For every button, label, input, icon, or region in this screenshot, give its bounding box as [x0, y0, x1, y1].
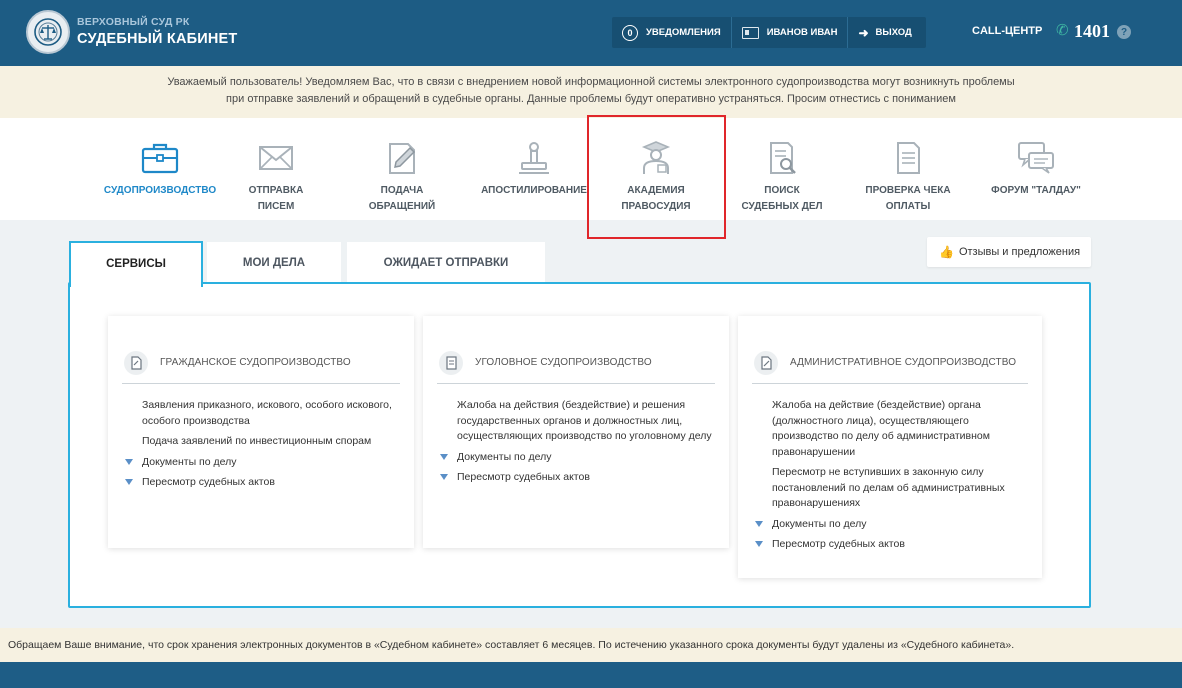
card-criminal-proceedings: УГОЛОВНОЕ СУДОПРОИЗВОДСТВО Жалоба на дей…: [423, 316, 729, 548]
nav-item-forum-taldau[interactable]: ФОРУМ "ТАЛДАУ": [982, 118, 1090, 220]
logout-icon: ➜: [858, 25, 869, 40]
dropdown-case-documents[interactable]: Документы по делу: [124, 455, 402, 471]
nav-label: ФОРУМ "ТАЛДАУ": [991, 185, 1081, 196]
dropdown-case-documents[interactable]: Документы по делу: [439, 450, 717, 466]
dropdown-review-acts[interactable]: Пересмотр судебных актов: [439, 470, 717, 486]
dropdown-review-acts[interactable]: Пересмотр судебных актов: [124, 475, 402, 491]
civil-doc-icon: [124, 350, 148, 375]
nav-item-submit-appeals[interactable]: ПОДАЧА ОБРАЩЕНИЙ: [352, 118, 452, 220]
phone-icon: ✆: [1056, 22, 1069, 39]
card-links: Заявления приказного, искового, особого …: [124, 398, 402, 496]
nav-item-payment-check[interactable]: ПРОВЕРКА ЧЕКА ОПЛАТЫ: [852, 118, 964, 220]
highlight-frame: [587, 115, 726, 239]
nav-item-case-search[interactable]: ПОИСК СУДЕБНЫХ ДЕЛ: [730, 118, 834, 220]
user-name: ИВАНОВ ИВАН: [766, 27, 838, 38]
logout-button[interactable]: ➜ ВЫХОД: [848, 17, 921, 48]
document-search-icon: [770, 142, 796, 174]
receipt-icon: [897, 142, 920, 174]
card-header: АДМИНИСТРАТИВНОЕ СУДОПРОИЗВОДСТВО: [752, 342, 1028, 384]
document-pen-icon: [389, 143, 416, 174]
system-notice: Уважаемый пользователь! Уведомляем Вас, …: [0, 66, 1182, 118]
top-header: ВЕРХОВНЫЙ СУД РК СУДЕБНЫЙ КАБИНЕТ 0 УВЕД…: [0, 0, 1182, 66]
link-complaint[interactable]: Жалоба на действия (бездействие) и решен…: [439, 398, 717, 445]
notifications-label: УВЕДОМЛЕНИЯ: [646, 27, 721, 38]
card-title[interactable]: ГРАЖДАНСКОЕ СУДОПРОИЗВОДСТВО: [160, 357, 351, 368]
nav-label: ПОДАЧА ОБРАЩЕНИЙ: [368, 185, 436, 212]
briefcase-icon: [141, 143, 179, 174]
link-claims[interactable]: Заявления приказного, искового, особого …: [124, 398, 402, 429]
feedback-label: Отзывы и предложения: [958, 246, 1081, 258]
user-nav: 0 УВЕДОМЛЕНИЯ ИВАНОВ ИВАН ➜ ВЫХОД: [612, 17, 926, 48]
notice-line-2: при отправке заявлений и обращений в суд…: [226, 93, 956, 105]
chat-icon: [1018, 142, 1054, 174]
nav-item-send-letters[interactable]: ОТПРАВКА ПИСЕМ: [226, 118, 326, 220]
criminal-doc-icon: [439, 350, 463, 375]
logo-title[interactable]: СУДЕБНЫЙ КАБИНЕТ: [77, 31, 237, 47]
card-header: УГОЛОВНОЕ СУДОПРОИЗВОДСТВО: [437, 342, 715, 384]
page-footer: [0, 662, 1182, 688]
tab-my-cases[interactable]: МОИ ДЕЛА: [207, 242, 341, 282]
help-icon[interactable]: ?: [1117, 25, 1131, 39]
card-links: Жалоба на действия (бездействие) и решен…: [439, 398, 717, 491]
storage-notice: Обращаем Ваше внимание, что срок хранени…: [0, 628, 1182, 662]
tab-connector: [71, 280, 201, 286]
link-complaint[interactable]: Жалоба на действие (бездействие) органа …: [754, 398, 1030, 460]
dropdown-case-documents[interactable]: Документы по делу: [754, 517, 1030, 533]
card-civil-proceedings: ГРАЖДАНСКОЕ СУДОПРОИЗВОДСТВО Заявления п…: [108, 316, 414, 548]
callcenter-number[interactable]: 1401: [1074, 21, 1110, 42]
notifications-button[interactable]: 0 УВЕДОМЛЕНИЯ: [612, 17, 731, 48]
notifications-count-badge: 0: [622, 24, 638, 41]
nav-label: АПОСТИЛИРОВАНИЕ: [481, 185, 587, 196]
logo-subtitle: ВЕРХОВНЫЙ СУД РК: [77, 16, 190, 28]
nav-label: ОТПРАВКА ПИСЕМ: [248, 185, 304, 212]
nav-item-court-proceedings[interactable]: СУДОПРОИЗВОДСТВО: [98, 118, 222, 220]
profile-button[interactable]: ИВАНОВ ИВАН: [732, 17, 848, 48]
administrative-doc-icon: [754, 350, 778, 375]
dropdown-review-acts[interactable]: Пересмотр судебных актов: [754, 537, 1030, 553]
supreme-court-emblem-icon[interactable]: [26, 10, 70, 54]
nav-label: ПРОВЕРКА ЧЕКА ОПЛАТЫ: [865, 185, 951, 212]
card-links: Жалоба на действие (бездействие) органа …: [754, 398, 1030, 558]
card-title[interactable]: АДМИНИСТРАТИВНОЕ СУДОПРОИЗВОДСТВО: [790, 357, 1016, 368]
card-title[interactable]: УГОЛОВНОЕ СУДОПРОИЗВОДСТВО: [475, 357, 652, 368]
link-review-rulings[interactable]: Пересмотр не вступивших в законную силу …: [754, 465, 1030, 512]
id-card-icon: [741, 26, 759, 39]
card-header: ГРАЖДАНСКОЕ СУДОПРОИЗВОДСТВО: [122, 342, 400, 384]
envelope-icon: [259, 146, 293, 170]
feedback-button[interactable]: 👍 Отзывы и предложения: [927, 237, 1091, 267]
nav-label: СУДОПРОИЗВОДСТВО: [103, 185, 217, 196]
notice-line-1: Уважаемый пользователь! Уведомляем Вас, …: [167, 76, 1015, 88]
logout-label: ВЫХОД: [875, 27, 912, 38]
callcenter-label: CALL-ЦЕНТР: [972, 25, 1043, 37]
nav-item-apostille[interactable]: АПОСТИЛИРОВАНИЕ: [478, 118, 590, 220]
link-investment-disputes[interactable]: Подача заявлений по инвестиционным спора…: [124, 434, 402, 450]
tab-pending-send[interactable]: ОЖИДАЕТ ОТПРАВКИ: [347, 242, 545, 282]
nav-label: ПОИСК СУДЕБНЫХ ДЕЛ: [741, 185, 823, 212]
card-administrative-proceedings: АДМИНИСТРАТИВНОЕ СУДОПРОИЗВОДСТВО Жалоба…: [738, 316, 1042, 578]
stamp-icon: [519, 142, 549, 174]
thumbs-up-icon: 👍: [939, 245, 954, 259]
